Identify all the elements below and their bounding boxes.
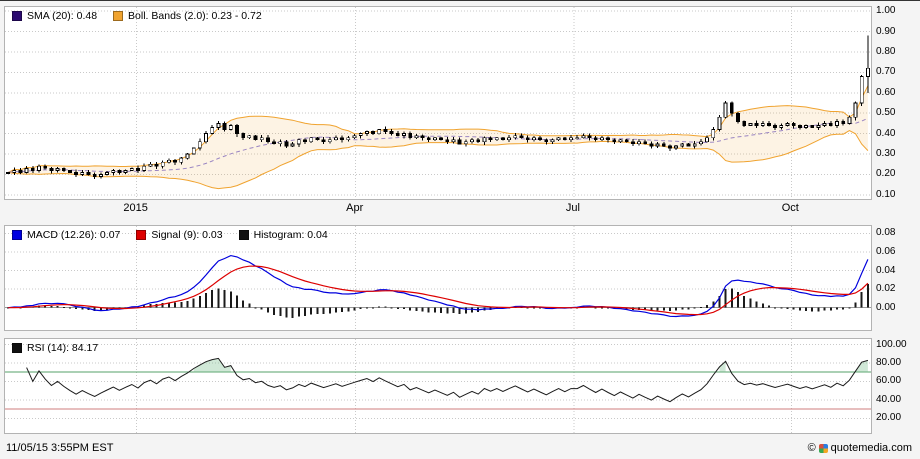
x-axis-label: Jul	[566, 202, 580, 214]
y-tick-label: 60.00	[876, 375, 901, 386]
quotemedia-logo-icon	[819, 444, 828, 453]
y-tick-label: 0.90	[876, 26, 895, 37]
quotemedia-credit[interactable]: © quotemedia.com	[808, 442, 912, 454]
y-tick-label: 0.10	[876, 189, 895, 200]
y-tick-label: 0.08	[876, 227, 895, 238]
y-tick-label: 0.40	[876, 128, 895, 139]
rsi-y-axis: 100.00 80.00 60.00 40.00 20.00	[872, 338, 916, 434]
y-tick-label: 80.00	[876, 357, 901, 368]
y-tick-label: 20.00	[876, 412, 901, 423]
histogram-legend-swatch	[239, 230, 249, 240]
copyright-symbol: ©	[808, 442, 816, 454]
y-tick-label: 0.02	[876, 283, 895, 294]
x-axis-label: Apr	[346, 202, 363, 214]
rsi-legend-label: RSI (14): 84.17	[27, 342, 98, 354]
y-tick-label: 0.30	[876, 148, 895, 159]
bollinger-legend-swatch	[113, 11, 123, 21]
y-tick-label: 40.00	[876, 394, 901, 405]
footer: 11/05/15 3:55PM EST © quotemedia.com	[6, 440, 912, 456]
price-legend: SMA (20): 0.48 Boll. Bands (2.0): 0.23 -…	[12, 10, 262, 22]
rsi-panel: 100.00 80.00 60.00 40.00 20.00 RSI (14): 84.…	[4, 338, 916, 434]
bollinger-legend-label: Boll. Bands (2.0): 0.23 - 0.72	[128, 10, 262, 22]
quotemedia-link: quotemedia.com	[831, 442, 912, 454]
macd-legend-item: MACD (12.26): 0.07	[12, 229, 120, 241]
macd-panel: 0.08 0.06 0.04 0.02 0.00 MACD (12.26): 0.07 …	[4, 225, 916, 331]
rsi-legend-swatch	[12, 343, 22, 353]
stock-chart-widget: 1.00 0.90 0.80 0.70 0.60 0.50 0.40 0.30 0.20 0.10…	[0, 0, 920, 459]
sma-legend-swatch	[12, 11, 22, 21]
signal-legend-swatch	[136, 230, 146, 240]
y-tick-label: 0.80	[876, 46, 895, 57]
rsi-chart-canvas[interactable]	[4, 338, 872, 434]
histogram-legend-item: Histogram: 0.04	[239, 229, 328, 241]
y-tick-label: 0.06	[876, 246, 895, 257]
signal-legend-label: Signal (9): 0.03	[151, 229, 222, 241]
signal-legend-item: Signal (9): 0.03	[136, 229, 222, 241]
macd-legend: MACD (12.26): 0.07 Signal (9): 0.03 Hist…	[12, 229, 328, 241]
timestamp: 11/05/15 3:55PM EST	[6, 442, 113, 454]
bollinger-legend-item: Boll. Bands (2.0): 0.23 - 0.72	[113, 10, 262, 22]
price-y-axis: 1.00 0.90 0.80 0.70 0.60 0.50 0.40 0.30 0.20 0.10	[872, 6, 916, 200]
y-tick-label: 1.00	[876, 5, 895, 16]
time-axis: 2015 Apr Jul Oct	[4, 202, 872, 217]
y-tick-label: 100.00	[876, 339, 907, 350]
histogram-legend-label: Histogram: 0.04	[254, 229, 328, 241]
sma-legend-label: SMA (20): 0.48	[27, 10, 97, 22]
rsi-legend: RSI (14): 84.17	[12, 342, 98, 354]
y-tick-label: 0.20	[876, 168, 895, 179]
macd-legend-swatch	[12, 230, 22, 240]
x-axis-label: 2015	[123, 202, 147, 214]
y-tick-label: 0.04	[876, 265, 895, 276]
y-tick-label: 0.00	[876, 302, 895, 313]
macd-legend-label: MACD (12.26): 0.07	[27, 229, 120, 241]
macd-y-axis: 0.08 0.06 0.04 0.02 0.00	[872, 225, 916, 331]
price-chart-canvas[interactable]	[4, 6, 872, 200]
y-tick-label: 0.70	[876, 66, 895, 77]
sma-legend-item: SMA (20): 0.48	[12, 10, 97, 22]
y-tick-label: 0.60	[876, 87, 895, 98]
x-axis-label: Oct	[782, 202, 799, 214]
y-tick-label: 0.50	[876, 107, 895, 118]
price-panel: 1.00 0.90 0.80 0.70 0.60 0.50 0.40 0.30 0.20 0.10…	[4, 6, 916, 200]
rsi-legend-item: RSI (14): 84.17	[12, 342, 98, 354]
